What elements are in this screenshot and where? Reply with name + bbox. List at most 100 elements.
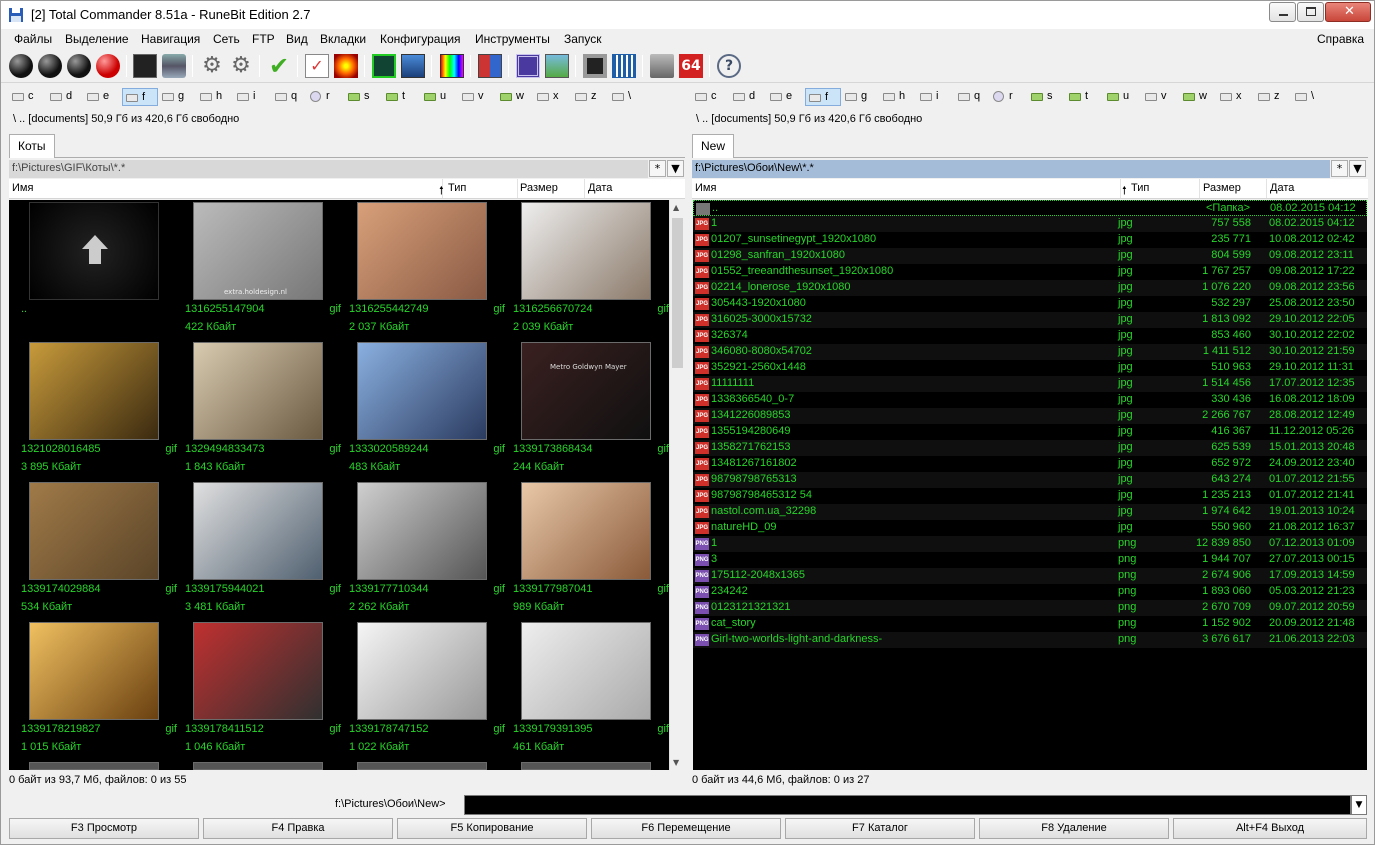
right-drive-q[interactable]: q — [955, 88, 991, 106]
menu-tools[interactable]: Инструменты — [475, 32, 550, 46]
left-drive-t[interactable]: t — [383, 88, 419, 106]
right-drive-g[interactable]: g — [842, 88, 878, 106]
record-black-icon[interactable] — [9, 54, 33, 78]
right-col-type[interactable]: Тип — [1131, 182, 1149, 194]
right-drive-f[interactable]: f — [805, 88, 841, 106]
left-drive-q[interactable]: q — [272, 88, 308, 106]
left-drive-z[interactable]: z — [572, 88, 608, 106]
scroll-down-icon[interactable]: ▼ — [673, 758, 679, 767]
checkbox-icon[interactable]: ✓ — [305, 54, 329, 78]
left-drive-g[interactable]: g — [159, 88, 195, 106]
close-button[interactable]: ✕ — [1325, 2, 1371, 22]
left-drive-d[interactable]: d — [47, 88, 83, 106]
file-row[interactable]: JPG 98798798765313 jpg 643 274 01.07.2012 21… — [693, 472, 1367, 488]
right-col-name[interactable]: Имя — [695, 182, 716, 194]
f8-delete-button[interactable]: F8 Удаление — [979, 818, 1169, 839]
right-drive-v[interactable]: v — [1142, 88, 1178, 106]
file-row[interactable]: JPG 02214_lonerose_1920x1080 jpg 1 076 220 0… — [693, 280, 1367, 296]
gear-icon[interactable]: ⚙ — [200, 54, 224, 78]
f4-edit-button[interactable]: F4 Правка — [203, 818, 393, 839]
stop-icon[interactable] — [583, 54, 607, 78]
menu-configuration[interactable]: Конфигурация — [380, 32, 461, 46]
left-drive-h[interactable]: h — [197, 88, 233, 106]
right-drive-h[interactable]: h — [880, 88, 916, 106]
monitor-icon[interactable] — [401, 54, 425, 78]
scroll-up-icon[interactable]: ▲ — [673, 203, 679, 212]
thumb-parent-dir[interactable]: .. — [19, 200, 183, 340]
tab-new[interactable]: New — [692, 134, 735, 158]
panel-splitter[interactable] — [685, 134, 691, 794]
left-drive-x[interactable]: x — [534, 88, 570, 106]
file-row[interactable]: JPG 98798798465312 54 jpg 1 235 213 01.07.20… — [693, 488, 1367, 504]
left-drive-c[interactable]: c — [9, 88, 45, 106]
file-row[interactable]: JPG 1 jpg 757 558 08.02.2015 04:12 — [693, 216, 1367, 232]
file-row[interactable]: JPG 305443-1920x1080 jpg 532 297 25.08.2012 … — [693, 296, 1367, 312]
record-red-icon[interactable] — [96, 54, 120, 78]
picture-icon[interactable] — [545, 54, 569, 78]
left-drive-w[interactable]: w — [497, 88, 533, 106]
right-drive-root[interactable]: \ — [1292, 88, 1328, 106]
equalizer-icon[interactable] — [612, 54, 636, 78]
flame-icon[interactable] — [334, 54, 358, 78]
left-dropdown-button[interactable]: ▼ — [667, 160, 684, 177]
file-row[interactable]: JPG 352921-2560x1448 jpg 510 963 29.10.2012 … — [693, 360, 1367, 376]
gear-icon-2[interactable]: ⚙ — [229, 54, 253, 78]
right-col-date[interactable]: Дата — [1270, 182, 1294, 194]
file-row[interactable]: JPG 1338366540_0-7 jpg 330 436 16.08.2012 18… — [693, 392, 1367, 408]
command-line-input[interactable] — [464, 795, 1351, 815]
file-row[interactable]: PNG 1 png 12 839 850 07.12.2013 01:09 — [693, 536, 1367, 552]
file-row[interactable]: PNG 175112-2048x1365 png 2 674 906 17.09.201… — [693, 568, 1367, 584]
f7-mkdir-button[interactable]: F7 Каталог — [785, 818, 975, 839]
left-scroll-thumb[interactable] — [672, 218, 683, 368]
file-row[interactable]: PNG 0123121321321 png 2 670 709 09.07.2012 2… — [693, 600, 1367, 616]
right-drive-w[interactable]: w — [1180, 88, 1216, 106]
ddu-icon[interactable] — [133, 54, 157, 78]
right-drive-x[interactable]: x — [1217, 88, 1253, 106]
palette-icon[interactable] — [440, 54, 464, 78]
left-scrollbar[interactable]: ▲ ▼ — [669, 200, 684, 770]
right-drive-e[interactable]: e — [767, 88, 803, 106]
file-row[interactable]: JPG 346080-8080x54702 jpg 1 411 512 30.10.20… — [693, 344, 1367, 360]
right-drive-s[interactable]: s — [1028, 88, 1064, 106]
menu-help[interactable]: Справка — [1317, 32, 1364, 46]
file-row[interactable]: JPG 11111111 jpg 1 514 456 17.07.2012 12:35 — [693, 376, 1367, 392]
left-col-name[interactable]: Имя — [12, 182, 33, 194]
menu-navigation[interactable]: Навигация — [141, 32, 200, 46]
menu-launch[interactable]: Запуск — [564, 32, 602, 46]
right-drive-z[interactable]: z — [1255, 88, 1291, 106]
file-row[interactable]: PNG Girl-two-worlds-light-and-darkness-pn… — [693, 632, 1367, 648]
menu-network[interactable]: Сеть — [213, 32, 240, 46]
thumb-item[interactable]: 1316256670724 gif 2 039 Кбайт — [511, 200, 669, 340]
thumb-item[interactable]: 1339177987041 gif 989 Кбайт — [511, 480, 669, 620]
left-history-button[interactable]: * — [649, 160, 666, 177]
stack-icon[interactable] — [162, 54, 186, 78]
maximize-button[interactable] — [1297, 2, 1324, 22]
altf4-exit-button[interactable]: Alt+F4 Выход — [1173, 818, 1367, 839]
thumb-item[interactable]: 1339179391395 gif 461 Кбайт — [511, 620, 669, 760]
menu-ftp[interactable]: FTP — [252, 32, 275, 46]
thumb-item[interactable]: 1333020589244 gif 483 Кбайт — [347, 340, 511, 480]
left-drive-u[interactable]: u — [421, 88, 457, 106]
file-row[interactable]: JPG 1358271762153 jpg 625 539 15.01.2013 20:… — [693, 440, 1367, 456]
right-dropdown-button[interactable]: ▼ — [1349, 160, 1366, 177]
menu-selection[interactable]: Выделение — [65, 32, 129, 46]
chip-icon[interactable] — [516, 54, 540, 78]
thumb-item[interactable]: 1339175944021 gif 3 481 Кбайт — [183, 480, 347, 620]
thumb-item[interactable]: 1339178747152 gif 1 022 Кбайт — [347, 620, 511, 760]
bin-icon[interactable] — [650, 54, 674, 78]
file-row[interactable]: JPG 316025-3000x15732 jpg 1 813 092 29.10.20… — [693, 312, 1367, 328]
badge-64-icon[interactable]: 64 — [679, 54, 703, 78]
minimize-button[interactable] — [1269, 2, 1296, 22]
left-path[interactable]: f:\Pictures\GIF\Коты\*.* — [9, 160, 648, 178]
file-row[interactable]: JPG 01552_treeandthesunset_1920x1080 jpg 1 … — [693, 264, 1367, 280]
right-drive-d[interactable]: d — [730, 88, 766, 106]
file-row[interactable]: PNG 234242 png 1 893 060 05.03.2012 21:23 — [693, 584, 1367, 600]
file-row[interactable]: JPG 1355194280649 jpg 416 367 11.12.2012 05:… — [693, 424, 1367, 440]
f5-copy-button[interactable]: F5 Копирование — [397, 818, 587, 839]
right-file-list[interactable]: .. <Папка> 08.02.2015 04:12 JPG 1 jpg 757 558 0… — [693, 200, 1367, 770]
right-drive-u[interactable]: u — [1104, 88, 1140, 106]
left-col-size[interactable]: Размер — [520, 182, 558, 194]
right-drive-i[interactable]: i — [917, 88, 953, 106]
split-icon[interactable] — [478, 54, 502, 78]
left-drive-v[interactable]: v — [459, 88, 495, 106]
